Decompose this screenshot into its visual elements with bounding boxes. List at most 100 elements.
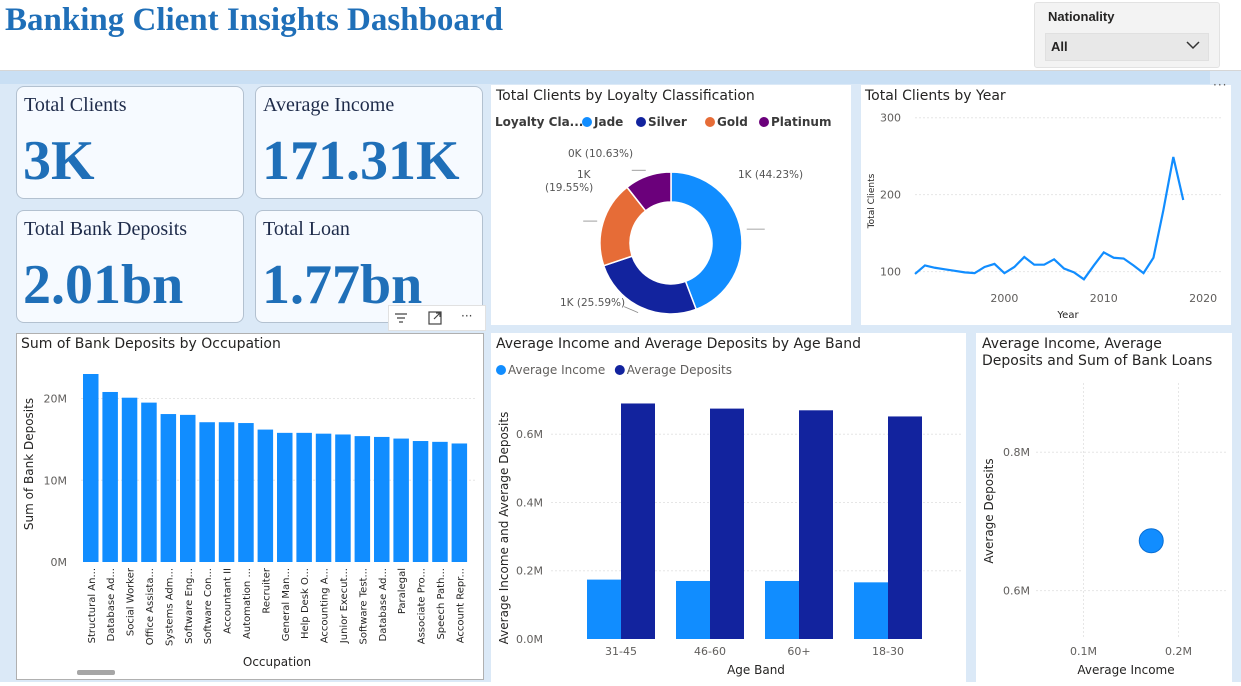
x-tick-label: 2010 [1090, 292, 1118, 305]
kpi-average-income[interactable]: Average Income 171.31K [255, 86, 483, 199]
bar [315, 433, 332, 562]
x-tick-label: 18-30 [872, 645, 904, 658]
legend-item: Average Deposits [627, 363, 732, 377]
x-tick-label: 0.1M [1070, 645, 1097, 658]
x-tick-label: Accounting A... [320, 568, 331, 643]
x-tick-label: Associate Pro... [417, 568, 428, 644]
deposits-by-occupation-card[interactable]: Sum of Bank Deposits by Occupation 0M 10M 2… [16, 333, 484, 680]
legend-marker [636, 117, 646, 127]
y-tick-label: 200 [880, 189, 901, 202]
y-tick-label: 0.6M [1003, 585, 1030, 598]
legend-item: Platinum [771, 115, 831, 129]
x-tick-label: Office Assista... [145, 568, 156, 645]
slicer-label: Nationality [1048, 9, 1115, 24]
scatter-point [1138, 528, 1164, 554]
bar [354, 436, 371, 562]
kpi-label: Average Income [263, 94, 395, 116]
age-band-chart: Average Income and Average Deposits by A… [496, 336, 961, 677]
legend-marker [582, 117, 592, 127]
y-tick-label: 0M [51, 556, 68, 569]
bar [83, 374, 99, 562]
filter-icon[interactable] [393, 310, 409, 326]
x-tick-label: Help Desk O... [300, 568, 311, 639]
bar [218, 422, 235, 562]
bar [199, 422, 215, 562]
y-axis-title: Average Income and Average Deposits [497, 412, 511, 645]
x-tick-label: Paralegal [397, 568, 408, 614]
kpi-value: 2.01bn [23, 254, 184, 316]
chart-title: Sum of Bank Deposits by Occupation [21, 336, 281, 352]
x-tick-label: Junior Execut... [339, 568, 350, 644]
x-tick-label: Software Test... [358, 568, 369, 645]
bar [180, 414, 196, 562]
kpi-label: Total Clients [24, 94, 127, 116]
x-tick-label: Social Worker [126, 567, 137, 636]
more-options-icon[interactable]: ··· [1213, 78, 1227, 92]
x-axis-title: Occupation [243, 655, 311, 669]
legend-item: Silver [648, 115, 687, 129]
kpi-total-bank-deposits[interactable]: Total Bank Deposits 2.01bn [16, 210, 244, 323]
y-tick-label: 0.6M [516, 428, 543, 441]
bar [277, 432, 293, 562]
chart-title-line: Deposits and Sum of Bank Loans [982, 353, 1212, 369]
chart-title: Total Clients by Year [864, 88, 1006, 104]
legend-item: Jade [593, 115, 623, 129]
x-tick-label: Account Repr... [455, 568, 466, 643]
slicer-selected-value: All [1051, 39, 1068, 54]
y-axis-title: Average Deposits [982, 458, 996, 563]
y-tick-label: 300 [880, 112, 901, 125]
loyalty-donut-chart: Total Clients by Loyalty Classification L… [495, 88, 831, 315]
chevron-down-icon [1186, 41, 1200, 50]
legend-marker [705, 117, 715, 127]
more-options-icon[interactable]: ··· [461, 309, 472, 323]
clients-by-year-card[interactable]: Total Clients by Year 100 200 300 2000 2010 20… [861, 85, 1231, 325]
bar [257, 429, 274, 562]
focus-mode-icon[interactable] [427, 310, 443, 326]
clients-by-year-chart: Total Clients by Year 100 200 300 2000 2010 20… [864, 88, 1223, 321]
x-tick-label: General Man... [281, 568, 292, 641]
y-tick-label: 0.0M [516, 633, 543, 646]
x-tick-label: Database Ad... [378, 568, 389, 641]
x-tick-label: 0.2M [1165, 645, 1192, 658]
legend-item: Gold [717, 115, 748, 129]
kpi-label: Total Bank Deposits [24, 218, 188, 240]
bar [238, 423, 254, 562]
y-tick-label: 0.2M [516, 565, 543, 578]
x-tick-label: 60+ [787, 645, 810, 658]
bar [160, 414, 177, 562]
bar [374, 436, 390, 562]
y-tick-label: 0.4M [516, 496, 543, 509]
kpi-label: Total Loan [263, 218, 350, 240]
bar [676, 580, 710, 639]
bar [296, 432, 312, 562]
y-axis-title: Total Clients [867, 173, 877, 229]
y-tick-label: 20M [44, 393, 68, 406]
canvas-strip [0, 71, 1210, 84]
loyalty-donut-card[interactable]: Total Clients by Loyalty Classification L… [491, 85, 851, 325]
age-band-card[interactable]: Average Income and Average Deposits by A… [491, 333, 966, 682]
chart-title-line: Average Income, Average [982, 336, 1162, 352]
data-label: 1K [577, 169, 592, 181]
bar [854, 582, 888, 639]
legend-title: Loyalty Cla... [495, 115, 583, 129]
bar [432, 441, 448, 562]
x-tick-label: Software Eng... [184, 568, 195, 644]
x-tick-label: Speech Path... [436, 568, 447, 640]
bar [335, 434, 351, 562]
x-tick-label: Automation ... [242, 568, 253, 639]
income-deposits-scatter-card[interactable]: Average Income, Average Deposits and Sum … [976, 333, 1232, 682]
y-axis-title: Sum of Bank Deposits [22, 398, 36, 530]
bar [710, 408, 744, 639]
data-label: 1K (44.23%) [738, 169, 803, 181]
visual-header-toolbar: ··· [388, 305, 486, 331]
x-tick-label: Accountant II [223, 568, 234, 634]
x-tick-label: 2000 [990, 292, 1018, 305]
x-tick-label: 2020 [1189, 292, 1217, 305]
data-label: 1K (25.59%) [560, 297, 625, 309]
bar [141, 402, 157, 562]
nationality-slicer: Nationality All [1034, 2, 1220, 68]
x-axis-title: Average Income [1077, 663, 1174, 677]
horizontal-scrollbar [77, 670, 115, 675]
kpi-total-clients[interactable]: Total Clients 3K [16, 86, 244, 199]
nationality-dropdown[interactable]: All [1045, 33, 1209, 61]
